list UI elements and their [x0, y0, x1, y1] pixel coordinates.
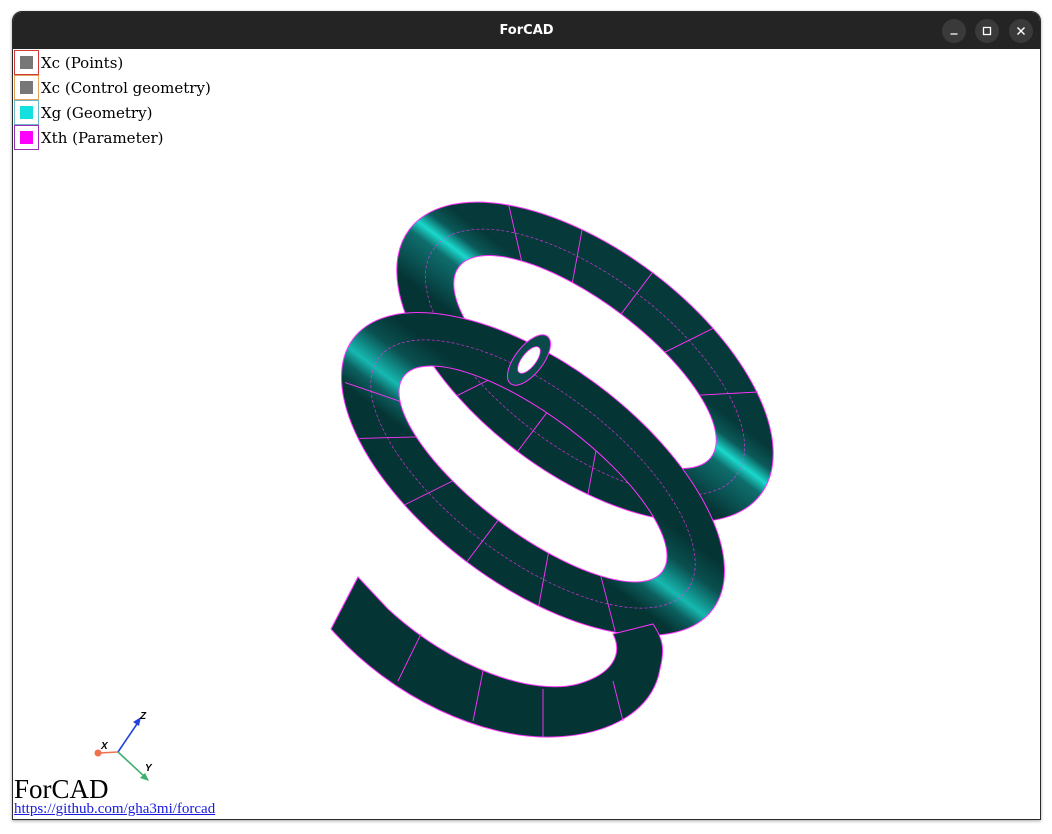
window-title: ForCAD [499, 23, 554, 38]
legend-label-points: Xc (Points) [41, 54, 124, 72]
legend-swatch-points [20, 56, 33, 69]
close-button[interactable] [1009, 19, 1033, 43]
legend-label-geometry: Xg (Geometry) [41, 104, 153, 122]
z-axis-line [117, 720, 140, 753]
close-icon [1017, 27, 1025, 35]
helix-render[interactable]: X Z Y [13, 49, 1040, 819]
app-window: ForCAD X Z Y Xc (Points) Xc (Control geo… [12, 11, 1041, 820]
legend-label-control-geometry: Xc (Control geometry) [41, 79, 211, 97]
legend-swatch-geometry [20, 106, 33, 119]
y-axis-label: Y [145, 763, 153, 774]
axes-triad: X Z Y [94, 711, 153, 781]
brand-text: ForCAD [14, 774, 109, 804]
x-axis-line [98, 751, 119, 754]
y-axis-line [117, 751, 146, 778]
legend-swatch-parameter [20, 131, 33, 144]
x-axis-label: X [100, 741, 109, 752]
maximize-icon [982, 26, 992, 36]
legend-swatch-control-geometry [20, 81, 33, 94]
project-link[interactable]: https://github.com/gha3mi/forcad [14, 801, 215, 818]
legend-swatch-frame[interactable] [14, 75, 39, 100]
z-axis-label: Z [139, 711, 147, 722]
legend-swatch-frame[interactable] [14, 50, 39, 75]
legend-swatch-frame[interactable] [14, 125, 39, 150]
minimize-icon [950, 33, 958, 35]
3d-viewport[interactable]: X Z Y Xc (Points) Xc (Control geometry) [13, 49, 1040, 819]
maximize-button[interactable] [975, 19, 999, 43]
minimize-button[interactable] [942, 19, 966, 43]
legend-swatch-frame[interactable] [14, 100, 39, 125]
title-bar[interactable]: ForCAD [13, 12, 1040, 49]
legend-label-parameter: Xth (Parameter) [41, 129, 164, 147]
